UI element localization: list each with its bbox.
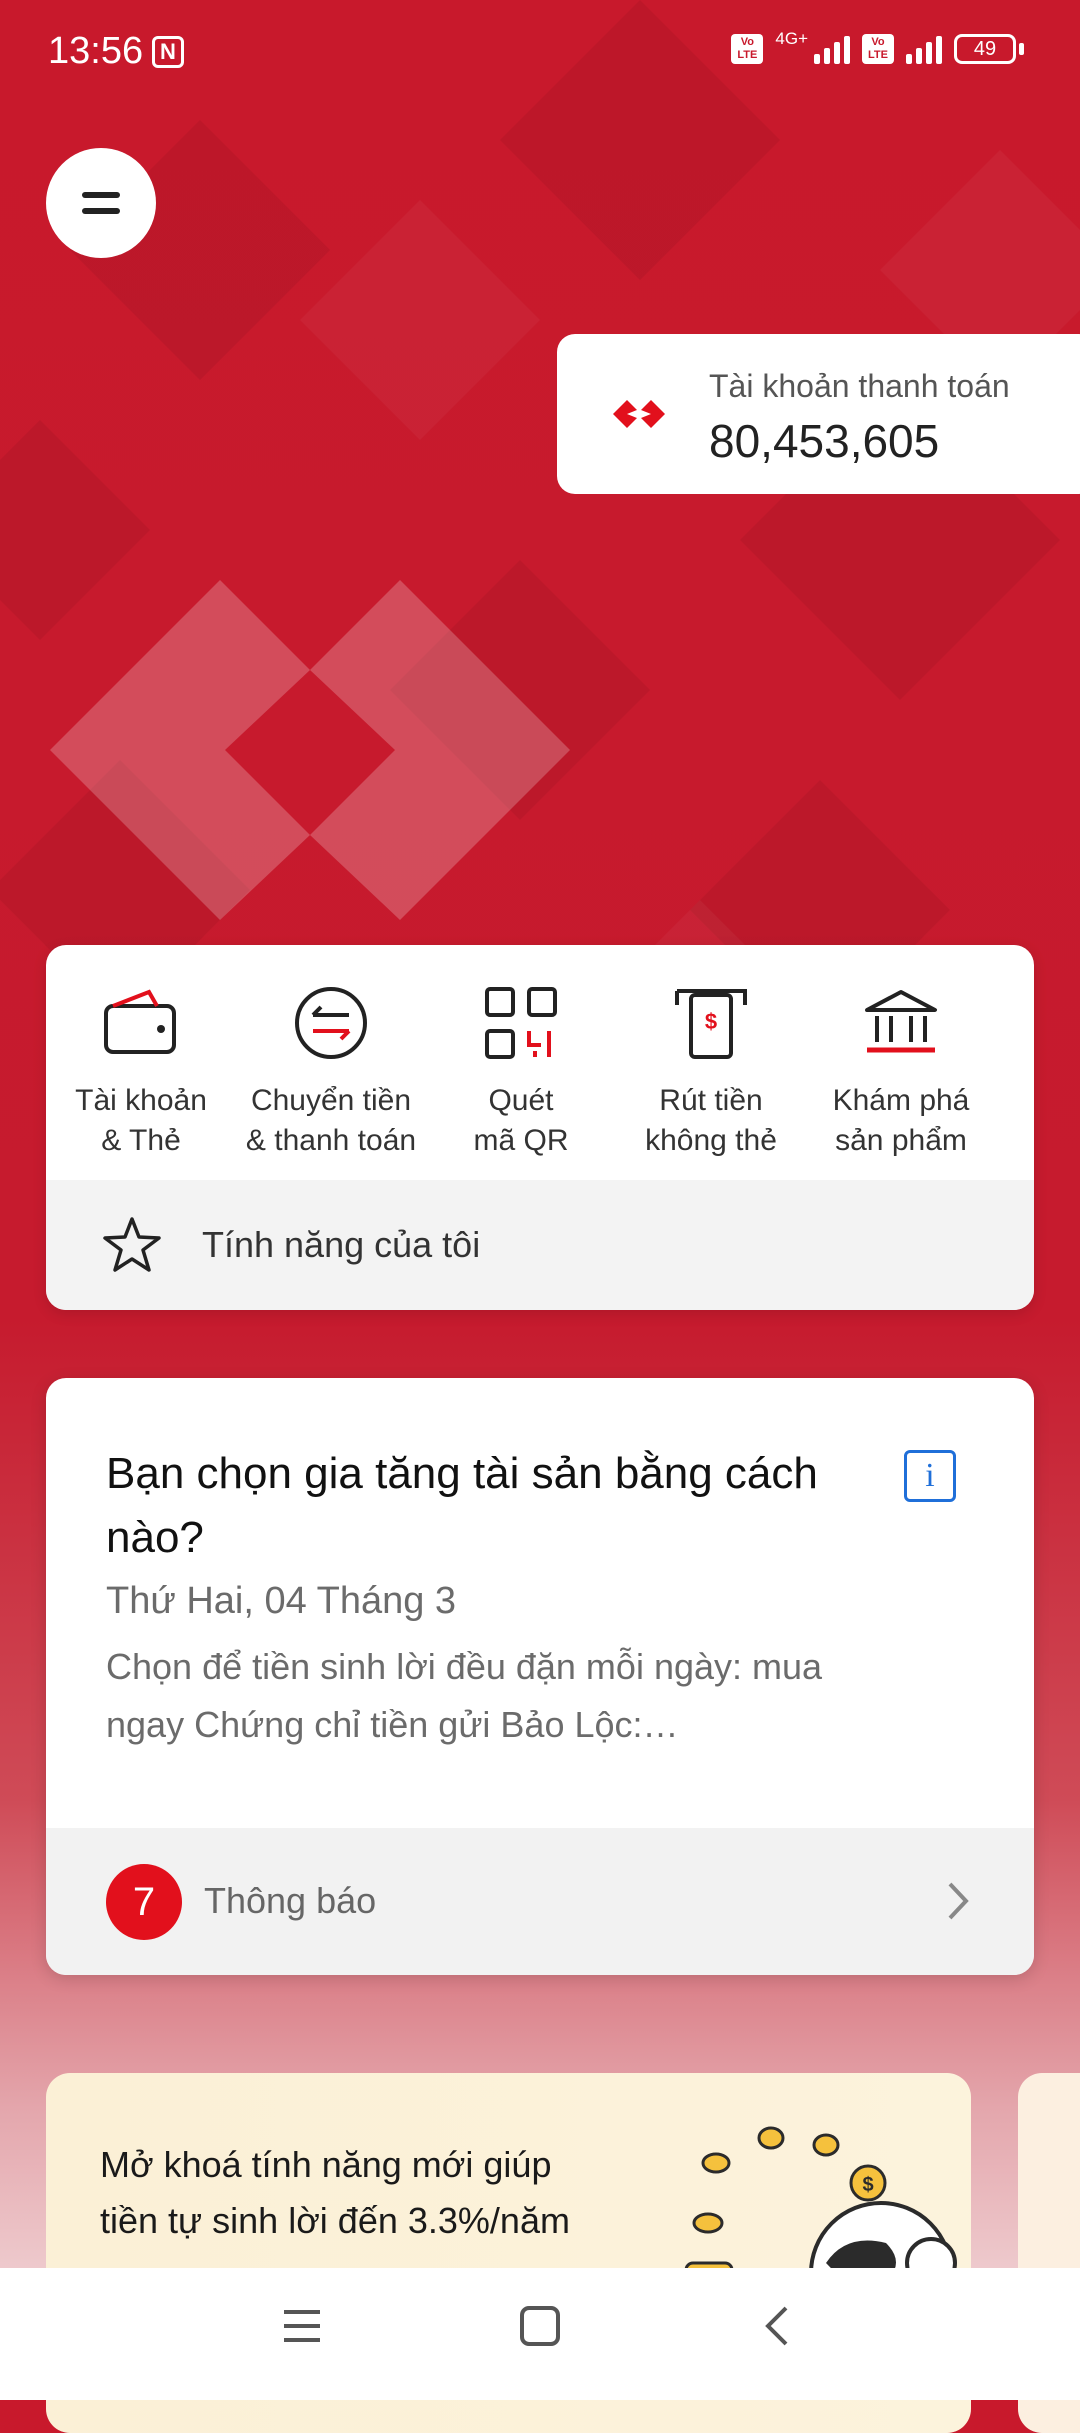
notification-date: Thứ Hai, 04 Tháng 3	[106, 1580, 457, 1622]
home-icon[interactable]	[518, 2304, 562, 2348]
notification-title: Bạn chọn gia tăng tài sản bằng cách nào?	[106, 1449, 818, 1562]
back-icon[interactable]	[756, 2304, 800, 2348]
transfer-icon	[295, 987, 367, 1059]
battery-cap	[1019, 43, 1024, 55]
quick-action-accounts-cards[interactable]: Tài khoản & Thẻ	[46, 983, 236, 1161]
menu-button[interactable]	[46, 148, 156, 258]
nfc-icon: N	[152, 36, 184, 68]
quick-action-explore-products[interactable]: Khám phá sản phẩm	[806, 983, 996, 1161]
quick-action-label-4a: Rút tiền	[659, 1084, 763, 1117]
quick-action-label-5b: sản phẩm	[835, 1124, 967, 1157]
info-icon[interactable]: i	[904, 1450, 956, 1502]
battery-icon: 49	[954, 34, 1016, 64]
network-type: 4G+	[775, 29, 808, 48]
wallet-icon	[104, 989, 176, 1054]
quick-action-label-1a: Tài khoản	[75, 1084, 207, 1117]
quick-action-label-4b: không thẻ	[645, 1124, 777, 1157]
brand-logo-icon	[613, 400, 665, 428]
my-features-label: Tính năng của tôi	[202, 1224, 481, 1265]
quick-actions-card: Tài khoản & Thẻ Chuyển tiền & thanh toán Q…	[46, 945, 1034, 1310]
chevron-right-icon	[948, 1882, 969, 1920]
status-time: 13:56	[48, 30, 144, 72]
signal-icon	[814, 34, 850, 64]
svg-text:$: $	[862, 2174, 873, 2196]
quick-action-label-2b: & thanh toán	[245, 1124, 417, 1157]
account-balance: 80,453,605	[709, 415, 940, 467]
system-nav-bar	[0, 2268, 1080, 2400]
volte-icon-2: Vo LTE	[862, 34, 894, 64]
notifications-row[interactable]: 7 Thông báo	[46, 1828, 1034, 1975]
promo-line-2: tiền tự sinh lời đến 3.3%/năm	[100, 2200, 570, 2241]
quick-action-scan-qr[interactable]: Quét mã QR	[426, 983, 616, 1161]
promo-line-1: Mở khoá tính năng mới giúp	[100, 2144, 552, 2185]
atm-withdraw-icon: $	[675, 989, 747, 1059]
brand-watermark-logo	[50, 580, 570, 920]
notifications-label: Thông báo	[204, 1880, 377, 1921]
signal-icon-2	[906, 34, 942, 64]
notification-body: Chọn để tiền sinh lời đều đặn mỗi ngày: …	[106, 1646, 823, 1745]
my-features-row[interactable]: Tính năng của tôi	[46, 1180, 1034, 1310]
notification-card[interactable]: Bạn chọn gia tăng tài sản bằng cách nào?…	[46, 1378, 1034, 1975]
quick-action-label-3b: mã QR	[473, 1124, 569, 1157]
account-card[interactable]: Tài khoản thanh toán 80,453,605	[557, 334, 1080, 494]
quick-action-label-5a: Khám phá	[832, 1084, 970, 1117]
menu-icon-bar-bottom	[82, 208, 120, 214]
volte-icon: Vo LTE	[731, 34, 764, 64]
bank-icon	[865, 990, 937, 1053]
quick-action-label-2a: Chuyển tiền	[250, 1084, 412, 1117]
quick-action-label-3a: Quét	[488, 1084, 554, 1117]
quick-action-transfer[interactable]: Chuyển tiền & thanh toán	[236, 983, 426, 1161]
status-bar: 13:56 N Vo LTE 4G+ Vo LTE 49	[0, 0, 1080, 110]
recent-apps-icon[interactable]	[280, 2304, 324, 2348]
notification-count-badge: 7	[106, 1864, 182, 1940]
battery-level: 49	[973, 38, 997, 60]
qr-scan-icon	[485, 987, 557, 1059]
quick-action-label-1b: & Thẻ	[101, 1124, 181, 1157]
svg-text:$: $	[705, 1009, 717, 1034]
account-label: Tài khoản thanh toán	[709, 368, 1010, 404]
star-icon	[103, 1217, 161, 1272]
menu-icon-bar-top	[82, 192, 120, 198]
status-indicators: Vo LTE 4G+ Vo LTE 49	[731, 29, 1024, 64]
quick-action-cardless-withdraw[interactable]: $ Rút tiền không thẻ	[616, 983, 806, 1161]
